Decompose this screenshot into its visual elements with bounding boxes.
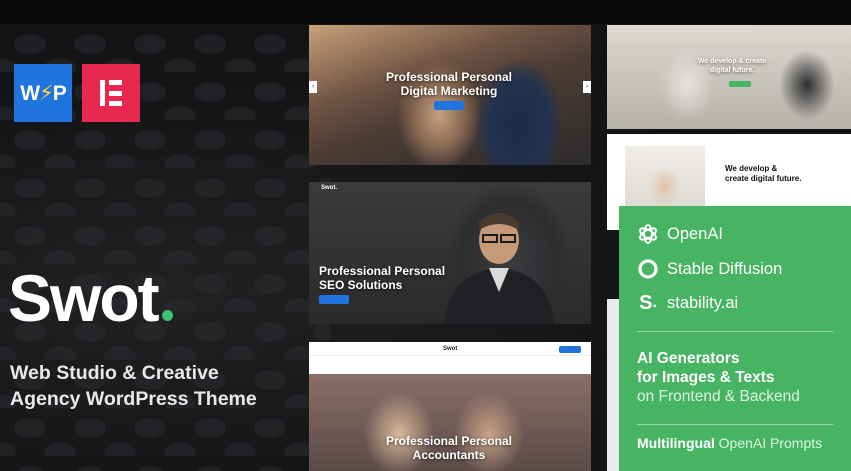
theme-banner: W⚡P Swot Web Studio & Creative Agency Wo… xyxy=(0,24,851,471)
top-strip xyxy=(0,0,851,24)
cta-button[interactable] xyxy=(319,295,349,304)
stable-diffusion-icon xyxy=(637,258,659,280)
divider xyxy=(637,331,833,332)
tagline: Web Studio & Creative Agency WordPress T… xyxy=(10,360,257,412)
stability-ai-icon: S. xyxy=(639,291,657,314)
preview-accountants[interactable]: Swot Professional Personal Accountants xyxy=(309,342,591,471)
hero-photo xyxy=(607,25,851,129)
brand-dot xyxy=(161,310,173,321)
cta-button[interactable] xyxy=(729,81,751,87)
nav-button[interactable] xyxy=(559,346,581,353)
preview-headline: We develop & create digital future. xyxy=(697,58,767,74)
divider xyxy=(637,424,833,425)
ai-feature-text: AI Generators for Images & Texts on Fron… xyxy=(637,350,800,405)
wpbakery-logo-icon: W⚡P xyxy=(20,81,67,105)
provider-openai: OpenAI xyxy=(637,223,723,245)
ai-footer-text: Multilingual OpenAI Prompts xyxy=(637,435,823,451)
provider-stable-diffusion: Stable Diffusion xyxy=(637,258,782,280)
preview-nav: Swot. xyxy=(321,185,337,191)
preview-headline: We develop & create digital future. xyxy=(725,164,802,183)
brand-wordmark: Swot xyxy=(8,260,173,336)
next-arrow-icon[interactable]: › xyxy=(583,81,591,93)
prev-arrow-icon[interactable]: ‹ xyxy=(309,81,317,93)
tagline-line-1: Web Studio & Creative xyxy=(10,362,219,384)
preview-digital-marketing[interactable]: ‹ › Professional Personal Digital Market… xyxy=(309,25,591,165)
tagline-line-2: Agency WordPress Theme xyxy=(10,388,257,410)
preview-headline: Professional Personal Accountants xyxy=(385,434,513,462)
provider-stability-ai: S. stability.ai xyxy=(637,292,738,314)
elementor-badge xyxy=(82,64,140,122)
preview-seo[interactable]: Swot. Professional Personal SEO Solution… xyxy=(309,182,591,324)
preview-headline: Professional Personal SEO Solutions xyxy=(319,264,446,292)
preview-team[interactable]: We develop & create digital future. xyxy=(607,25,851,129)
wpbakery-badge: W⚡P xyxy=(14,64,72,122)
preview-headline: Professional Personal Digital Marketing xyxy=(385,70,513,98)
preview-nav: Swot xyxy=(309,342,591,356)
elementor-logo-icon xyxy=(100,80,122,106)
openai-icon xyxy=(637,223,659,245)
ai-features-panel: OpenAI Stable Diffusion S. stability.ai … xyxy=(619,206,851,471)
cta-button[interactable] xyxy=(434,101,464,110)
person-illustration xyxy=(444,213,554,324)
